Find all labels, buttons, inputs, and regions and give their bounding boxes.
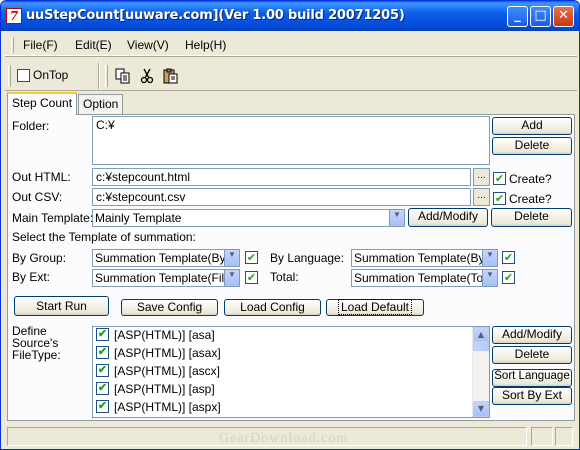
scroll-down-icon[interactable]: ▼	[473, 401, 489, 417]
toolbar-grip-2	[105, 65, 108, 87]
cut-icon[interactable]	[139, 68, 155, 84]
out-csv-label: Out CSV:	[12, 190, 63, 204]
close-button[interactable]: ✕	[553, 6, 574, 27]
main-template-delete-button[interactable]: Delete	[491, 208, 572, 227]
filetype-checkbox[interactable]: ✔	[96, 346, 109, 360]
sort-by-ext-button[interactable]: Sort By Ext	[492, 387, 572, 405]
filetype-label: [ASP(HTML)] [asp]	[114, 382, 215, 396]
by-group-checkbox[interactable]: ✔	[245, 251, 258, 264]
by-group-select[interactable]: Summation Template(By ▼	[92, 249, 240, 267]
total-value: Summation Template(Tot	[354, 271, 487, 285]
sort-language-button[interactable]: Sort Language	[492, 369, 572, 387]
total-label: Total:	[270, 270, 299, 284]
scroll-thumb[interactable]	[473, 341, 489, 351]
filetype-checkbox[interactable]: ✔	[96, 364, 109, 378]
toolbar-grip	[8, 65, 11, 87]
ontop-checkbox[interactable]	[17, 69, 30, 82]
main-template-add-modify-button[interactable]: Add/Modify	[408, 208, 488, 227]
filetype-checkbox[interactable]: ✔	[96, 328, 109, 342]
filetype-label: [ASP(HTML)] [aspx]	[114, 400, 221, 414]
out-csv-input[interactable]: c:¥stepcount.csv	[92, 188, 471, 206]
main-template-select[interactable]: Mainly Template ▼	[92, 209, 405, 227]
menu-bar: File(F) Edit(E) View(V) Help(H)	[5, 34, 577, 56]
folder-add-button[interactable]: Add	[492, 117, 572, 135]
menu-edit[interactable]: Edit(E)	[75, 38, 112, 52]
filetype-label: [ASP(HTML)] [ascx]	[114, 364, 221, 378]
tab-option[interactable]: Option	[78, 94, 123, 114]
chevron-down-icon[interactable]: ▼	[482, 270, 497, 286]
by-language-select[interactable]: Summation Template(By ▼	[351, 249, 498, 267]
total-checkbox[interactable]: ✔	[502, 271, 515, 284]
by-ext-label: By Ext:	[12, 270, 51, 284]
list-item[interactable]: ✔ [ASP(HTML)] [ascx]	[96, 364, 220, 382]
toolbar-separator	[98, 63, 100, 89]
filetype-label: [ASP(HTML)] [asa]	[114, 328, 215, 342]
by-language-value: Summation Template(By	[354, 251, 485, 265]
menu-grip	[11, 37, 14, 53]
list-item[interactable]: ✔ [ASP(HTML)] [asp]	[96, 382, 215, 400]
filetype-add-modify-button[interactable]: Add/Modify	[492, 326, 572, 344]
paste-icon[interactable]	[163, 68, 179, 84]
watermark: GearDownload.com	[219, 431, 349, 446]
step-count-panel: Folder: C:¥ Add Delete Out HTML: c:¥step…	[7, 114, 575, 421]
menu-view[interactable]: View(V)	[127, 38, 169, 52]
filetype-list[interactable]: ✔ [ASP(HTML)] [asa] ✔ [ASP(HTML)] [asax] ✔…	[92, 326, 490, 418]
by-language-checkbox[interactable]: ✔	[502, 251, 515, 264]
folder-delete-button[interactable]: Delete	[492, 137, 572, 155]
list-item[interactable]: ✔ [ASP(HTML)] [asa]	[96, 328, 215, 346]
load-config-button[interactable]: Load Config	[224, 299, 321, 316]
by-ext-checkbox[interactable]: ✔	[245, 271, 258, 284]
list-item[interactable]: ✔ [ASP(HTML)] [aspx]	[96, 400, 221, 417]
tab-step-count[interactable]: Step Count	[7, 92, 77, 115]
create-html-label[interactable]: Create?	[509, 172, 552, 186]
minimize-button[interactable]: _	[507, 6, 528, 27]
window-title: uuStepCount[uuware.com](Ver 1.00 build 2…	[26, 8, 405, 23]
filetype-label: [ASP(HTML)] [asax]	[114, 346, 221, 360]
by-group-label: By Group:	[12, 251, 67, 265]
by-ext-select[interactable]: Summation Template(File ▼	[92, 269, 240, 287]
create-html-checkbox[interactable]: ✔	[493, 172, 506, 185]
resize-grip[interactable]	[555, 427, 573, 446]
load-default-label: Load Default	[337, 299, 413, 315]
by-language-label: By Language:	[270, 251, 345, 265]
app-window: 7 uuStepCount[uuware.com](Ver 1.00 build…	[0, 0, 580, 450]
filetype-checkbox[interactable]: ✔	[96, 382, 109, 396]
list-item[interactable]: ✔ [ASP(HTML)] [asax]	[96, 346, 221, 364]
filetype-scrollbar[interactable]: ▲ ▼	[472, 327, 489, 417]
app-icon[interactable]: 7	[6, 8, 22, 24]
main-template-label: Main Template:	[12, 211, 94, 225]
create-csv-label[interactable]: Create?	[509, 192, 552, 206]
status-pane-small	[531, 427, 553, 446]
create-csv-checkbox[interactable]: ✔	[493, 192, 506, 205]
save-config-button[interactable]: Save Config	[121, 299, 218, 316]
menu-help[interactable]: Help(H)	[185, 38, 226, 52]
filetype-delete-button[interactable]: Delete	[492, 346, 572, 364]
select-template-label: Select the Template of summation:	[12, 230, 196, 244]
chevron-down-icon[interactable]: ▼	[224, 270, 239, 286]
load-default-button[interactable]: Load Default	[326, 299, 424, 316]
chevron-down-icon[interactable]: ▼	[482, 250, 497, 266]
out-html-label: Out HTML:	[12, 170, 71, 184]
out-html-input[interactable]: c:¥stepcount.html	[92, 168, 471, 186]
out-html-browse-button[interactable]: ...	[473, 168, 490, 186]
toolbar: OnTop	[5, 61, 577, 91]
by-group-value: Summation Template(By	[95, 251, 226, 265]
by-ext-value: Summation Template(File	[95, 271, 231, 285]
main-template-value: Mainly Template	[95, 211, 182, 225]
filetype-checkbox[interactable]: ✔	[96, 400, 109, 414]
folder-textarea[interactable]: C:¥	[92, 116, 490, 165]
menu-file[interactable]: File(F)	[23, 38, 58, 52]
ontop-label[interactable]: OnTop	[33, 68, 68, 82]
start-run-button[interactable]: Start Run	[14, 296, 109, 316]
total-select[interactable]: Summation Template(Tot ▼	[351, 269, 498, 287]
chevron-down-icon[interactable]: ▼	[389, 210, 404, 226]
title-bar[interactable]: 7 uuStepCount[uuware.com](Ver 1.00 build…	[1, 1, 579, 31]
folder-label: Folder:	[12, 119, 50, 133]
chevron-down-icon[interactable]: ▼	[224, 250, 239, 266]
out-csv-browse-button[interactable]: ...	[473, 188, 490, 206]
maximize-button[interactable]: □	[530, 6, 551, 27]
define-filetype-label: Define Source's FileType:	[12, 324, 61, 362]
copy-icon[interactable]	[115, 68, 131, 84]
